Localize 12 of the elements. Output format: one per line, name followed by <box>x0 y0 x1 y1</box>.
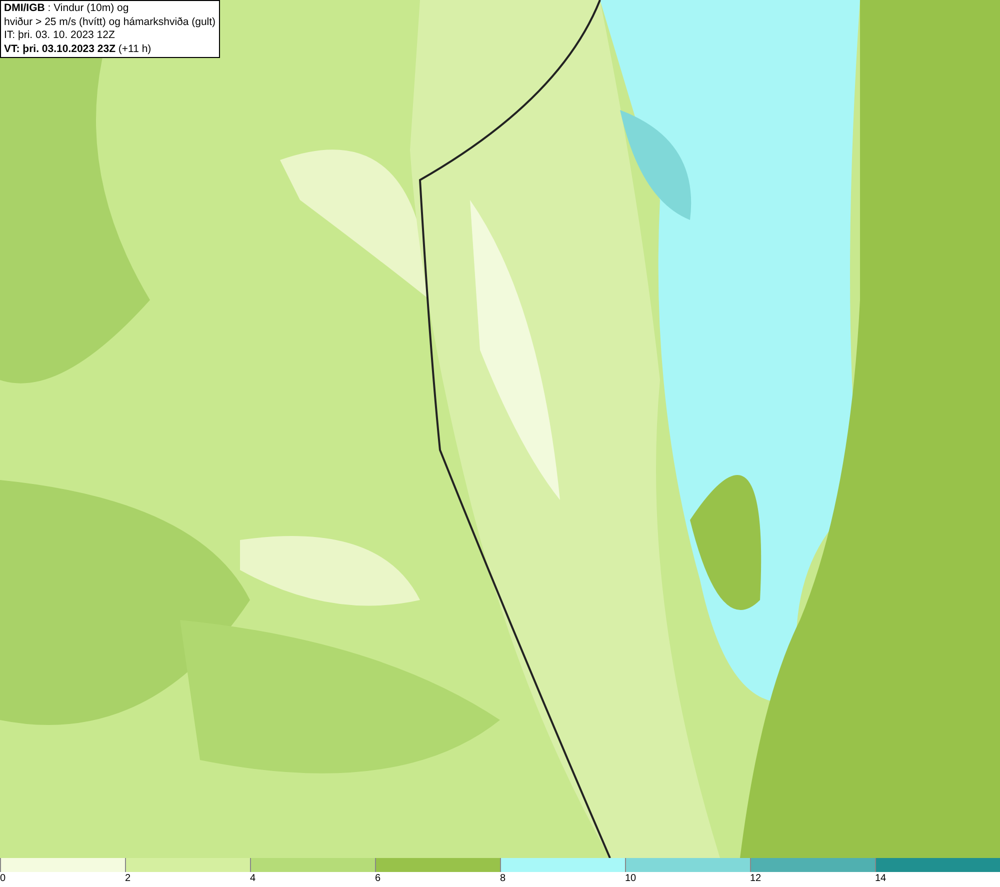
scale-tick-label: 4 <box>250 872 256 885</box>
caption-line: VT: þri. 03.10.2023 23Z (+11 h) <box>4 42 152 56</box>
scale-tick-label: 8 <box>500 872 506 885</box>
caption-line: hviður > 25 m/s (hvítt) og hámarkshviða (gult) <box>4 16 216 29</box>
scale-tick-label: 6 <box>375 872 381 885</box>
scale-tick-label: 0 <box>0 872 6 885</box>
scale-tick-label: 14 <box>875 872 886 885</box>
caption-line: IT: þri. 03. 10. 2023 12Z <box>4 29 116 42</box>
scale-tick-label: 2 <box>125 872 131 885</box>
scale-tick-label: 10 <box>625 872 636 885</box>
scale-tick-label: 12 <box>750 872 762 885</box>
caption-line: DMI/IGB : Vindur (10m) og <box>4 2 130 16</box>
